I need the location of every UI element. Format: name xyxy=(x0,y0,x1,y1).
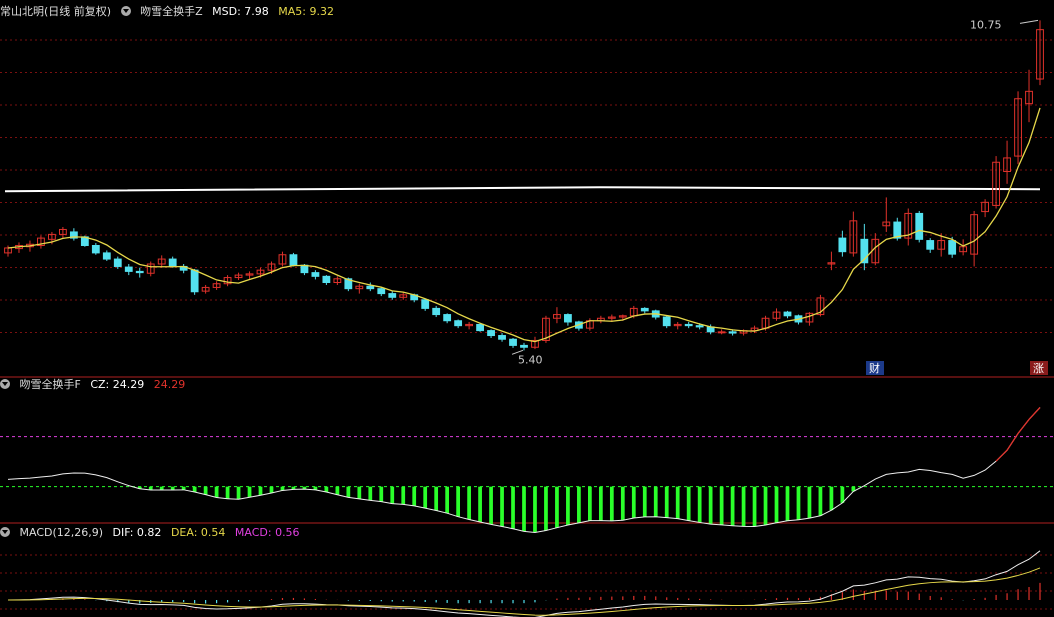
candle-body xyxy=(366,285,375,290)
candle-body xyxy=(443,314,452,322)
zhang-marker: 涨 xyxy=(1033,362,1044,375)
macd-label: MACD: 0.56 xyxy=(234,526,300,539)
dea-line xyxy=(7,567,1041,616)
cz-line-red xyxy=(995,407,1041,462)
candle-body xyxy=(322,275,331,284)
dropdown-icon[interactable] xyxy=(0,379,10,389)
candle-body xyxy=(728,331,737,334)
candle-body xyxy=(783,311,792,317)
candle-body xyxy=(684,323,693,327)
cz-value-red: 24.29 xyxy=(153,378,186,391)
cai-marker: 财 xyxy=(869,361,880,375)
msd-label: MSD: 7.98 xyxy=(212,5,269,18)
sub-panel-2-header: MACD(12,26,9) DIF: 0.82 DEA: 0.54 MACD: … xyxy=(0,524,306,542)
candle-body xyxy=(388,293,397,298)
candle-body xyxy=(717,331,726,334)
candle-body xyxy=(421,299,430,309)
cz-label: CZ: 24.29 xyxy=(90,378,145,391)
candle-body xyxy=(948,240,957,255)
dea-label: DEA: 0.54 xyxy=(170,526,226,539)
candle-body xyxy=(113,258,122,267)
candle-body xyxy=(695,325,704,328)
main-panel-title: 常山北明(日线 前复权) xyxy=(0,5,112,18)
candle-body xyxy=(520,344,528,348)
candle-body xyxy=(190,269,199,293)
candle-body xyxy=(476,323,484,332)
candle-body xyxy=(838,237,847,253)
high-price-label: 10.75 xyxy=(970,18,1002,31)
candle-body xyxy=(498,335,506,340)
candle-body xyxy=(662,316,671,327)
macd-indicator-name: MACD(12,26,9) xyxy=(19,526,104,539)
candle-body xyxy=(168,258,177,267)
ma5-label: MA5: 9.32 xyxy=(278,5,334,18)
sub1-indicator-name: 吻雪全换手F xyxy=(19,378,81,391)
candle-body xyxy=(487,330,495,337)
candle-body xyxy=(289,254,298,266)
candle-body xyxy=(926,240,935,250)
dif-label: DIF: 0.82 xyxy=(112,526,162,539)
candle-body xyxy=(311,272,320,277)
candle-body xyxy=(135,270,144,274)
main-indicator-name: 吻雪全换手Z xyxy=(140,5,203,18)
candle-body xyxy=(564,314,572,323)
main-panel-header: 常山北明(日线 前复权) 吻雪全换手Z MSD: 7.98 MA5: 9.32 xyxy=(0,3,340,21)
candle-body xyxy=(300,264,309,274)
candle-body xyxy=(509,338,517,346)
candle-body xyxy=(640,307,649,312)
candle-body xyxy=(377,288,386,295)
sub-panel-1-header: 吻雪全换手F CZ: 24.29 24.29 xyxy=(0,376,191,394)
candle-body xyxy=(91,245,100,254)
candle-body xyxy=(124,266,133,272)
dif-line xyxy=(7,550,1041,617)
low-price-label: 5.40 xyxy=(518,353,543,366)
high-arrow xyxy=(1019,19,1039,24)
candle-body xyxy=(432,307,441,316)
dropdown-icon[interactable] xyxy=(0,527,10,537)
msd-line xyxy=(4,186,1041,193)
candle-body xyxy=(915,212,924,240)
dropdown-icon[interactable] xyxy=(120,6,131,16)
candle-body xyxy=(454,320,463,327)
candle-body xyxy=(102,252,111,260)
ma5-line xyxy=(7,107,1041,343)
